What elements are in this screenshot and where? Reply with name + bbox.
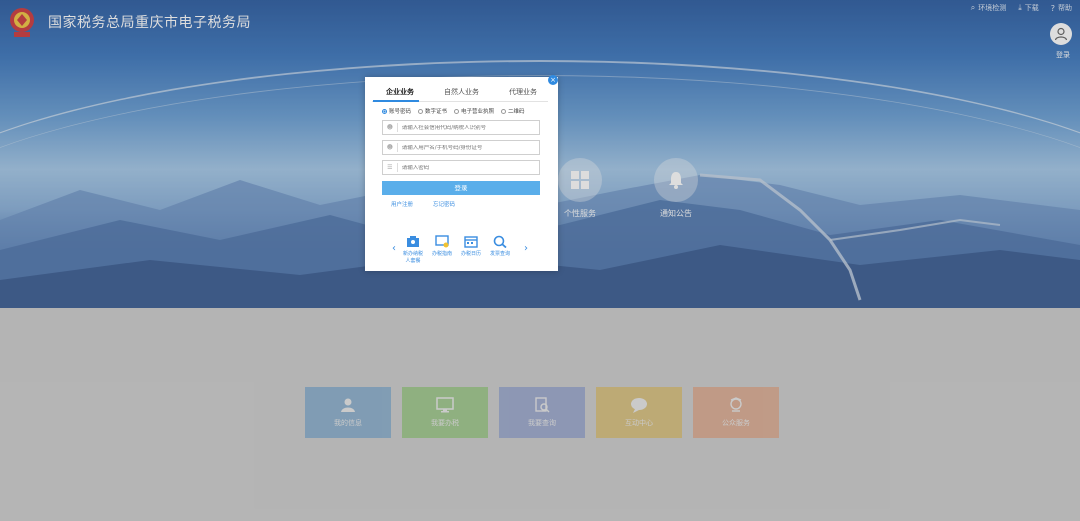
username-field: ☻ bbox=[382, 140, 540, 155]
login-button[interactable]: 登录 bbox=[382, 181, 540, 195]
quick-label: 发票查询 bbox=[489, 251, 510, 257]
radio-qr-code[interactable]: 二维码 bbox=[501, 107, 525, 115]
quick-next-button[interactable]: › bbox=[524, 243, 528, 254]
radio-e-license[interactable]: 电子营业执照 bbox=[454, 107, 494, 115]
field-separator bbox=[396, 123, 398, 132]
radio-label: 账号密码 bbox=[389, 109, 412, 115]
login-method-group: 账号密码 数字证书 电子营业执照 二维码 bbox=[365, 103, 558, 115]
radio-label: 数字证书 bbox=[425, 109, 448, 115]
username-input[interactable] bbox=[401, 144, 540, 151]
register-link[interactable]: 用户注册 bbox=[391, 200, 413, 208]
calendar-icon bbox=[464, 236, 478, 248]
field-separator bbox=[396, 163, 398, 172]
quick-label: 办税指南 bbox=[431, 251, 452, 257]
radio-label: 电子营业执照 bbox=[461, 109, 495, 115]
radio-dot bbox=[382, 108, 387, 114]
active-tab-indicator bbox=[373, 100, 419, 102]
radio-dot bbox=[501, 108, 507, 114]
quick-prev-button[interactable]: ‹ bbox=[392, 243, 396, 254]
guide-icon bbox=[435, 235, 449, 248]
radio-dot bbox=[418, 108, 424, 114]
credit-code-field: ☻ bbox=[382, 120, 540, 135]
login-modal: 企业业务 自然人业务 代理业务 账号密码 数字证书 电子营业执照 二维码 ☻ ☻ bbox=[365, 77, 558, 271]
modal-links: 用户注册 忘记密码 bbox=[391, 200, 455, 208]
forgot-password-link[interactable]: 忘记密码 bbox=[433, 200, 455, 208]
password-field: ☰ bbox=[382, 160, 540, 175]
radio-dot bbox=[454, 108, 460, 114]
password-input[interactable] bbox=[401, 164, 540, 171]
radio-account-password[interactable]: 账号密码 bbox=[382, 107, 411, 115]
person-icon: ☻ bbox=[386, 144, 393, 151]
quick-new-taxpayer[interactable]: 新办纳税人套餐 bbox=[402, 235, 424, 264]
quick-label: 新办纳税人套餐 bbox=[402, 251, 423, 264]
quick-calendar[interactable]: 办税日历 bbox=[460, 235, 482, 264]
quick-links: 新办纳税人套餐 办税指南 办税日历 发票查询 bbox=[402, 235, 511, 264]
new-taxpayer-icon bbox=[407, 236, 419, 247]
modal-close-button[interactable]: × bbox=[548, 75, 558, 85]
quick-invoice-search[interactable]: 发票查询 bbox=[489, 235, 511, 264]
radio-digital-certificate[interactable]: 数字证书 bbox=[418, 107, 447, 115]
field-separator bbox=[396, 143, 398, 152]
lock-icon: ☰ bbox=[387, 164, 393, 171]
quick-guide[interactable]: 办税指南 bbox=[431, 235, 453, 264]
radio-label: 二维码 bbox=[508, 109, 525, 115]
quick-label: 办税日历 bbox=[460, 251, 481, 257]
person-icon: ☻ bbox=[386, 124, 393, 131]
invoice-search-icon bbox=[493, 235, 507, 248]
credit-code-input[interactable] bbox=[401, 124, 540, 131]
